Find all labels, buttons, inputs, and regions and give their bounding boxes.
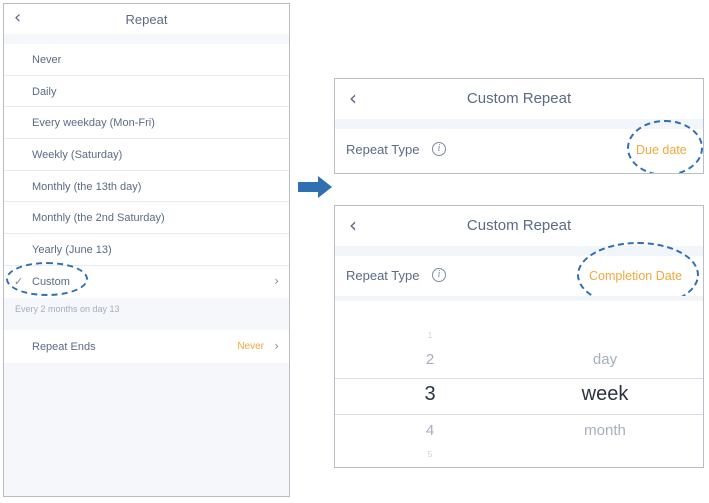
- option-custom[interactable]: ✓ Custom ›: [4, 261, 289, 298]
- chevron-right-icon: ›: [274, 339, 279, 353]
- option-label: Daily: [32, 85, 57, 98]
- repeat-type-label: Repeat Type: [346, 268, 420, 283]
- page-title: Repeat: [125, 12, 168, 27]
- repeat-ends-value: Never: [237, 341, 264, 352]
- info-icon[interactable]: i: [432, 268, 446, 282]
- arrow-right-icon: [298, 176, 332, 198]
- option-label: Weekly (Saturday): [32, 149, 123, 162]
- interval-picker[interactable]: 1 2 3 4 5 day week month: [335, 301, 703, 467]
- picker-number-option[interactable]: 1: [405, 331, 455, 340]
- info-icon[interactable]: i: [432, 142, 446, 156]
- option-weekly[interactable]: Weekly (Saturday): [4, 139, 289, 171]
- option-label: Never: [32, 54, 62, 66]
- repeat-type-row[interactable]: Repeat Type i Due date: [335, 120, 703, 173]
- picker-unit-selected[interactable]: week: [570, 383, 640, 406]
- picker-unit-option[interactable]: month: [570, 422, 640, 439]
- highlight-annotation: [6, 261, 88, 296]
- option-label: Monthly (the 13th day): [32, 180, 142, 193]
- repeat-screen: ‹ Repeat Never Daily Every weekday (Mon-…: [3, 3, 290, 497]
- nav-bar: ‹ Custom Repeat: [335, 206, 703, 246]
- chevron-right-icon: ›: [274, 273, 279, 288]
- nav-bar: ‹ Custom Repeat: [335, 79, 703, 119]
- picker-selection-bottom-line: [335, 414, 703, 415]
- page-title: Custom Repeat: [466, 217, 572, 234]
- picker-number-option[interactable]: 5: [405, 450, 455, 459]
- custom-rule-note: Every 2 months on day 13: [15, 304, 120, 314]
- repeat-type-label: Repeat Type: [346, 142, 420, 157]
- picker-unit-option[interactable]: day: [570, 351, 640, 368]
- picker-selection-top-line: [335, 378, 703, 379]
- picker-number-selected[interactable]: 3: [405, 383, 455, 406]
- option-daily[interactable]: Daily: [4, 76, 289, 108]
- option-label: Yearly (June 13): [32, 244, 112, 257]
- page-title: Custom Repeat: [466, 90, 572, 107]
- option-monthly-day[interactable]: Monthly (the 13th day): [4, 171, 289, 203]
- highlight-annotation: [627, 120, 703, 173]
- custom-repeat-screen-completion-date: ‹ Custom Repeat Repeat Type i Completion…: [334, 205, 704, 468]
- option-label: Every weekday (Mon-Fri): [32, 117, 155, 130]
- repeat-type-row[interactable]: Repeat Type i Completion Date: [335, 242, 703, 308]
- option-label: Monthly (the 2nd Saturday): [32, 212, 165, 225]
- option-never[interactable]: Never: [4, 44, 289, 76]
- repeat-options-list: Never Daily Every weekday (Mon-Fri) Week…: [4, 44, 289, 298]
- repeat-ends-row[interactable]: Repeat Ends Never ›: [4, 330, 289, 363]
- option-monthly-weekday[interactable]: Monthly (the 2nd Saturday): [4, 202, 289, 235]
- option-every-weekday[interactable]: Every weekday (Mon-Fri): [4, 107, 289, 140]
- custom-repeat-screen-due-date: ‹ Custom Repeat Repeat Type i Due date: [334, 78, 704, 174]
- picker-number-option[interactable]: 2: [405, 351, 455, 368]
- repeat-ends-label: Repeat Ends: [32, 341, 96, 353]
- nav-bar: ‹ Repeat: [4, 4, 289, 34]
- picker-number-option[interactable]: 4: [405, 422, 455, 439]
